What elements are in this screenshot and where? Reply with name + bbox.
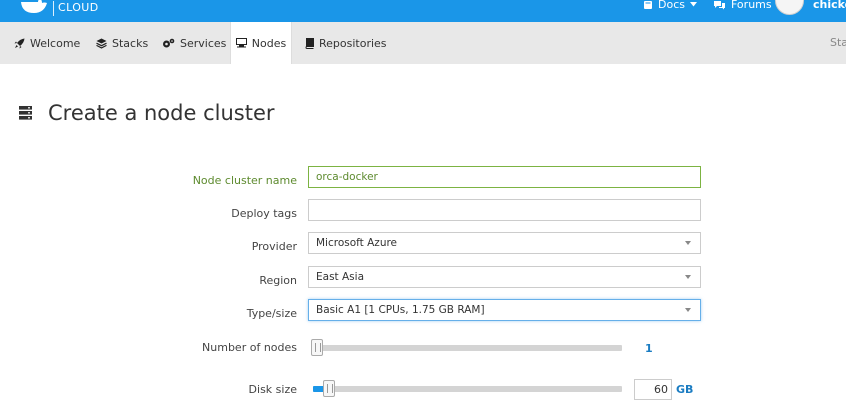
tab-stacks[interactable]: Stacks: [96, 22, 148, 64]
logo-divider: [53, 1, 54, 16]
user-avatar[interactable]: [775, 0, 804, 15]
server-stack-icon: [19, 106, 32, 120]
dropdown-caret-icon: [685, 275, 691, 279]
tab-repositories[interactable]: Repositories: [305, 22, 387, 64]
disk-size-label: Disk size: [248, 383, 297, 396]
type-size-value: Basic A1 [1 CPUs, 1.75 GB RAM]: [316, 304, 485, 316]
number-of-nodes-slider[interactable]: [311, 339, 622, 356]
rocket-icon: [14, 38, 25, 48]
tab-label: Services: [180, 36, 227, 50]
stack-layers-icon: [96, 38, 107, 49]
book-icon: [305, 37, 314, 49]
cluster-name-value: orca-docker: [316, 171, 378, 183]
cluster-name-label: Node cluster name: [192, 174, 297, 187]
region-label: Region: [259, 274, 297, 287]
tab-services[interactable]: Services: [162, 22, 226, 64]
tab-label: Nodes: [251, 36, 287, 50]
brand-cloud-label: CLOUD: [58, 1, 99, 14]
main-tab-bar: Welcome Stacks Services Nodes Repositori…: [0, 22, 846, 64]
region-select[interactable]: East Asia: [308, 266, 701, 288]
username-label[interactable]: chicken: [813, 0, 846, 11]
slider-handle[interactable]: [311, 339, 323, 356]
deploy-tags-input[interactable]: [308, 199, 701, 221]
slider-handle[interactable]: [323, 380, 336, 397]
top-bar: CLOUD Docs Forums chicken: [0, 0, 846, 22]
dropdown-caret-icon: [685, 241, 691, 245]
provider-select[interactable]: Microsoft Azure: [308, 232, 701, 254]
tab-label: Welcome: [30, 36, 81, 50]
status-link-truncated[interactable]: Sta: [830, 36, 846, 49]
type-size-select[interactable]: Basic A1 [1 CPUs, 1.75 GB RAM]: [308, 299, 701, 321]
server-icon: [235, 38, 247, 48]
tab-welcome[interactable]: Welcome: [14, 22, 80, 64]
disk-size-input[interactable]: 60: [634, 379, 672, 400]
cluster-name-input[interactable]: orca-docker: [308, 166, 701, 188]
provider-label: Provider: [251, 240, 297, 253]
docs-menu[interactable]: Docs: [643, 0, 697, 11]
type-size-label: Type/size: [246, 307, 297, 320]
forums-link[interactable]: Forums: [713, 0, 772, 11]
tab-label: Repositories: [319, 36, 387, 50]
deploy-tags-label: Deploy tags: [231, 207, 297, 220]
forums-label: Forums: [731, 0, 772, 11]
number-of-nodes-value: 1: [645, 342, 653, 355]
region-value: East Asia: [316, 271, 364, 283]
book-icon: [644, 0, 652, 9]
docker-whale-logo[interactable]: [20, 0, 48, 14]
page-heading: Create a node cluster: [19, 101, 275, 125]
comments-icon: [714, 0, 725, 9]
caret-down-icon: [689, 2, 697, 7]
tab-label: Stacks: [112, 36, 149, 50]
disk-size-slider[interactable]: [313, 380, 622, 397]
dropdown-caret-icon: [685, 308, 691, 312]
page-title: Create a node cluster: [48, 101, 275, 125]
number-of-nodes-label: Number of nodes: [202, 341, 297, 354]
tab-nodes[interactable]: Nodes: [230, 22, 292, 64]
docs-label: Docs: [658, 0, 685, 11]
provider-value: Microsoft Azure: [316, 237, 398, 249]
cogs-icon: [163, 38, 175, 47]
disk-size-unit: GB: [676, 383, 694, 396]
